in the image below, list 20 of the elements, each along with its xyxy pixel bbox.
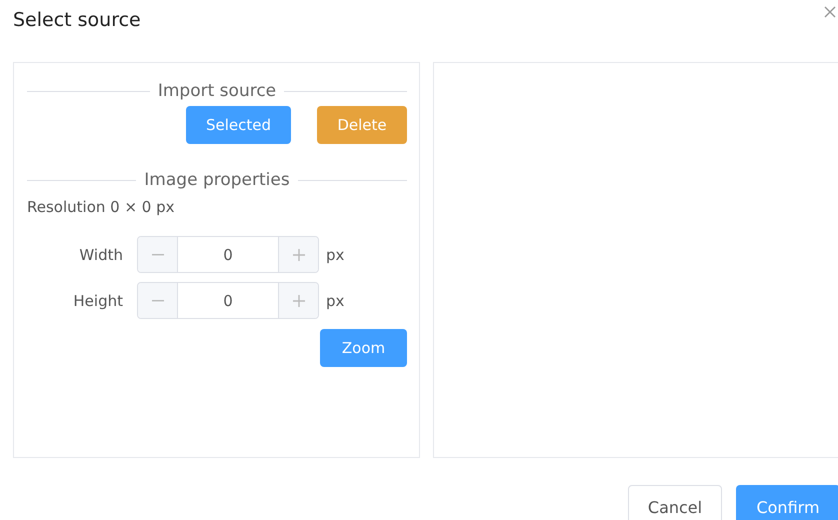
number-stepper[interactable]: 0: [137, 282, 319, 319]
decrement-button[interactable]: [138, 237, 178, 272]
unit-label: px: [326, 246, 344, 264]
plus-icon: [292, 248, 304, 260]
unit-label: px: [326, 292, 344, 310]
cancel-button[interactable]: Cancel: [628, 485, 722, 520]
increment-button[interactable]: [278, 237, 318, 272]
minus-icon: [152, 300, 164, 302]
increment-button[interactable]: [278, 283, 318, 318]
plus-icon: [292, 294, 304, 306]
minus-icon: [152, 254, 164, 256]
section-heading: Image properties: [144, 170, 290, 190]
number-stepper[interactable]: 0: [137, 236, 319, 273]
resolution-text: Resolution 0 × 0 px: [27, 198, 176, 216]
section-heading: Import source: [158, 81, 276, 101]
dialog-title: Select source: [13, 9, 141, 31]
close-icon[interactable]: [824, 6, 836, 18]
decrement-button[interactable]: [138, 283, 178, 318]
field-label: Width: [78, 246, 123, 264]
field-label: Height: [72, 292, 123, 310]
